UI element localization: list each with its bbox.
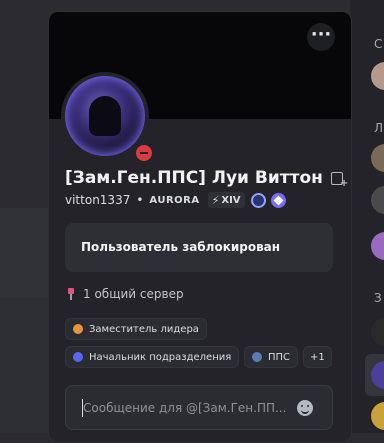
member-avatar[interactable] xyxy=(371,62,384,90)
more-options-button[interactable]: ··· xyxy=(307,23,335,51)
avatar-figure xyxy=(89,96,121,136)
more-roles-button[interactable]: +1 xyxy=(303,346,332,368)
left-background-lower xyxy=(0,298,48,433)
avatar xyxy=(65,76,145,156)
boost-badge-icon[interactable] xyxy=(270,192,286,208)
do-not-disturb-bar xyxy=(140,152,148,154)
member-group-letter: З xyxy=(374,291,382,305)
blocked-notice: Пользователь заблокирован xyxy=(65,223,333,272)
username[interactable]: vitton1337 xyxy=(65,193,130,207)
member-list-sidebar: С Л З xyxy=(350,0,384,433)
name-row: [Зам.Ген.ППС] Луи Виттон + xyxy=(65,165,348,191)
role-chip[interactable]: Начальник подразделения xyxy=(65,346,240,368)
add-note-icon[interactable]: + xyxy=(330,171,348,189)
member-group-letter: С xyxy=(374,37,383,51)
more-roles-label: +1 xyxy=(310,351,325,363)
nitro-badge-icon[interactable] xyxy=(250,192,266,208)
role-label: Начальник подразделения xyxy=(89,351,232,363)
pushpin-icon xyxy=(65,288,77,300)
member-avatar[interactable] xyxy=(371,232,384,260)
separator: • xyxy=(136,193,144,207)
role-label: ППС xyxy=(268,351,291,363)
member-avatar[interactable] xyxy=(371,318,384,346)
message-box xyxy=(65,385,333,430)
member-avatar[interactable] xyxy=(371,144,384,172)
blocked-notice-text: Пользователь заблокирован xyxy=(81,240,281,254)
role-chip[interactable]: Заместитель лидера xyxy=(65,318,207,340)
display-name: [Зам.Ген.ППС] Луи Виттон xyxy=(65,168,323,188)
user-meta-row: vitton1337 • AURORA ⚡ XIV xyxy=(65,191,286,209)
role-chip[interactable]: ППС xyxy=(244,346,299,368)
left-background-band xyxy=(0,208,48,298)
role-label: Заместитель лидера xyxy=(89,323,199,335)
member-group-letter: Л xyxy=(374,121,384,135)
user-profile-popout: ··· [Зам.Ген.ППС] Луи Виттон + vitton133… xyxy=(48,11,352,443)
bolt-icon: ⚡ xyxy=(211,193,220,207)
clan-tag[interactable]: AURORA xyxy=(149,195,199,206)
level-badge-label: XIV xyxy=(221,194,241,206)
role-color-dot xyxy=(252,352,262,362)
status-indicator xyxy=(133,142,155,164)
more-horizontal-icon: ··· xyxy=(310,24,332,45)
message-input[interactable] xyxy=(83,399,293,417)
emoji-icon[interactable] xyxy=(297,400,313,416)
mutual-servers[interactable]: 1 общий сервер xyxy=(65,285,184,303)
mutual-servers-label: 1 общий сервер xyxy=(83,287,184,301)
member-avatar[interactable] xyxy=(371,402,384,430)
role-color-dot xyxy=(73,324,83,334)
level-badge[interactable]: ⚡ XIV xyxy=(207,192,245,208)
avatar-container[interactable] xyxy=(61,72,155,164)
role-color-dot xyxy=(73,352,83,362)
member-avatar[interactable] xyxy=(371,186,384,214)
